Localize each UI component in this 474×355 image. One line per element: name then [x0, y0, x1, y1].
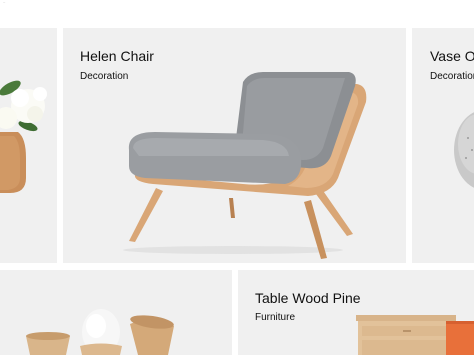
product-card-wooden-cups[interactable]	[0, 270, 232, 355]
product-card-table-wood-pine[interactable]: Table Wood Pine Furniture	[238, 270, 474, 355]
helen-chair-image	[123, 72, 367, 259]
vase-image	[454, 112, 474, 188]
vase-flowers-image	[0, 80, 47, 193]
product-card-helen-chair[interactable]: Helen Chair Decoration	[63, 28, 406, 263]
table-wood-pine-image	[356, 315, 474, 355]
product-card-vase-flowers[interactable]	[0, 28, 57, 263]
top-mark: ~	[3, 0, 6, 5]
wooden-cups-image	[26, 309, 174, 355]
product-card-vase[interactable]: Vase Of Decoration	[412, 28, 474, 263]
